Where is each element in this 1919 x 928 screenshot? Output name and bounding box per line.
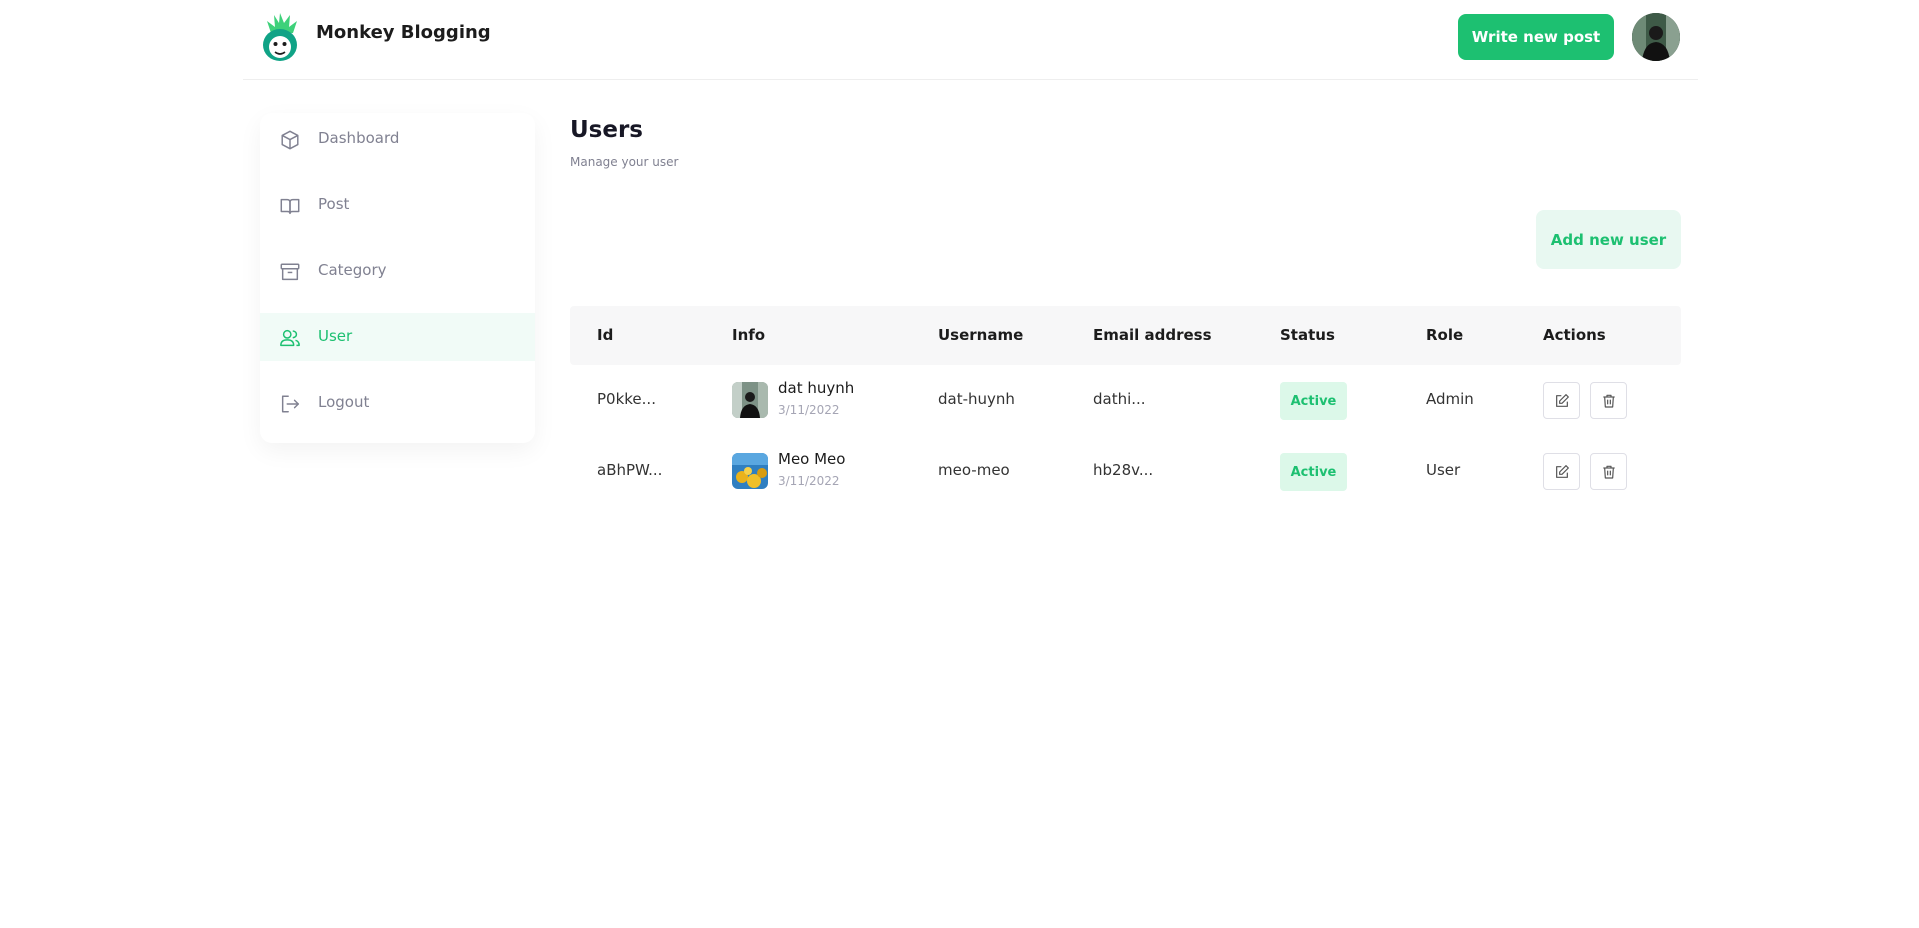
column-header-id: Id — [597, 326, 614, 344]
user-thumbnail — [732, 382, 768, 418]
sidebar-item-post[interactable]: Post — [260, 181, 535, 229]
user-email: hb28v... — [1093, 461, 1154, 479]
brand-name[interactable]: Monkey Blogging — [316, 22, 491, 43]
cube-icon — [281, 130, 299, 150]
sidebar-item-user[interactable]: User — [260, 313, 535, 361]
top-header: Monkey Blogging Write new post — [243, 0, 1698, 80]
user-name: dat huynh — [778, 379, 855, 397]
user-photo — [732, 453, 768, 489]
user-id: P0kke... — [597, 390, 656, 408]
sidebar-item-label: User — [318, 327, 353, 345]
user-name: Meo Meo — [778, 450, 846, 468]
archive-icon — [280, 263, 300, 281]
column-header-role: Role — [1426, 326, 1464, 344]
edit-user-button[interactable] — [1543, 382, 1580, 419]
sidebar-item-label: Dashboard — [318, 129, 400, 147]
user-role: Admin — [1426, 390, 1474, 408]
avatar-photo — [1632, 13, 1680, 61]
table-row: P0kke... dat huynh 3/11/2022 dat-huynh d… — [570, 365, 1681, 436]
logout-icon — [281, 395, 299, 413]
book-icon — [280, 198, 300, 215]
user-role: User — [1426, 461, 1461, 479]
column-header-actions: Actions — [1543, 326, 1606, 344]
trash-icon — [1602, 394, 1615, 408]
sidebar-item-category[interactable]: Category — [260, 247, 535, 295]
user-created-date: 3/11/2022 — [778, 474, 840, 488]
user-photo — [732, 382, 768, 418]
user-thumbnail — [732, 453, 768, 489]
page-title: Users — [570, 117, 643, 143]
column-header-info: Info — [732, 326, 766, 344]
add-new-user-button[interactable]: Add new user — [1536, 210, 1681, 269]
table-row: aBhPW... Meo Meo 3/11/2022 meo-meo hb28v… — [570, 436, 1681, 507]
user-id: aBhPW... — [597, 461, 663, 479]
sidebar-item-label: Category — [318, 261, 387, 279]
delete-user-button[interactable] — [1590, 453, 1627, 490]
users-icon — [280, 329, 300, 347]
delete-user-button[interactable] — [1590, 382, 1627, 419]
sidebar-item-label: Post — [318, 195, 350, 213]
write-new-post-button[interactable]: Write new post — [1458, 14, 1614, 60]
users-table: Id Info Username Email address Status Ro… — [570, 306, 1681, 507]
sidebar: Dashboard Post Category User Logout — [260, 113, 535, 443]
column-header-email: Email address — [1093, 326, 1212, 344]
user-avatar[interactable] — [1632, 13, 1680, 61]
table-header: Id Info Username Email address Status Ro… — [570, 306, 1681, 365]
user-created-date: 3/11/2022 — [778, 403, 840, 417]
user-username: dat-huynh — [938, 390, 1015, 408]
monkey-logo-icon[interactable] — [260, 11, 300, 63]
user-email: dathi... — [1093, 390, 1146, 408]
edit-user-button[interactable] — [1543, 453, 1580, 490]
sidebar-item-logout[interactable]: Logout — [260, 379, 535, 427]
column-header-username: Username — [938, 326, 1024, 344]
edit-icon — [1555, 464, 1569, 478]
status-badge: Active — [1280, 453, 1347, 491]
edit-icon — [1555, 393, 1569, 407]
status-badge: Active — [1280, 382, 1347, 420]
column-header-status: Status — [1280, 326, 1335, 344]
sidebar-item-label: Logout — [318, 393, 370, 411]
sidebar-item-dashboard[interactable]: Dashboard — [260, 115, 535, 163]
page-subtitle: Manage your user — [570, 155, 679, 169]
trash-icon — [1602, 465, 1615, 479]
user-username: meo-meo — [938, 461, 1010, 479]
